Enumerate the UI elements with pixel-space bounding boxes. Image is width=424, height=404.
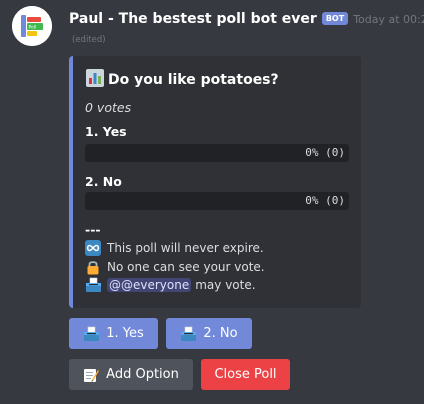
close-poll-label: Close Poll: [214, 367, 277, 382]
poll-title-row: Do you like potatoes?: [86, 69, 279, 91]
poll-title: Do you like potatoes?: [108, 72, 279, 88]
visibility-text: No one can see your vote.: [107, 260, 265, 274]
option-label: 1. Yes: [85, 124, 127, 139]
bot-avatar[interactable]: Poll: [12, 6, 52, 46]
poll-logo-icon: Poll: [12, 6, 52, 46]
timestamp[interactable]: Today at 00:25: [353, 13, 424, 26]
voters-info: @@everyone may vote.: [85, 277, 256, 293]
lock-icon: [85, 259, 102, 275]
visibility-info: No one can see your vote.: [85, 259, 265, 275]
close-poll-button[interactable]: Close Poll: [201, 359, 290, 390]
ballot-box-icon: [85, 277, 102, 293]
vote-option-1-label: 1. Yes: [106, 326, 144, 341]
memo-icon: [83, 367, 100, 383]
separator: ---: [85, 222, 101, 237]
poll-embed: Do you like potatoes? 0 votes 1. Yes 0% …: [69, 56, 361, 308]
option-result: 0% (0): [305, 194, 345, 207]
vote-option-2-button[interactable]: 2. No: [166, 318, 252, 349]
everyone-mention[interactable]: @@everyone: [107, 278, 192, 292]
add-option-label: Add Option: [106, 367, 179, 382]
svg-text:Poll: Poll: [29, 25, 37, 31]
option-progress-bar: 0% (0): [85, 192, 349, 210]
vote-option-1-button[interactable]: 1. Yes: [69, 318, 158, 349]
expiry-text: This poll will never expire.: [107, 241, 264, 255]
edited-indicator: (edited): [72, 35, 106, 45]
add-option-button[interactable]: Add Option: [69, 359, 193, 390]
ballot-box-icon: [180, 326, 197, 342]
username[interactable]: Paul - The bestest poll bot ever: [69, 11, 317, 27]
infinity-icon: [85, 240, 102, 256]
voters-text: may vote.: [195, 278, 256, 292]
message-header: Paul - The bestest poll bot ever BOT Today…: [69, 8, 424, 27]
vote-option-2-label: 2. No: [203, 326, 238, 341]
bot-tag: BOT: [321, 12, 349, 25]
bar-chart-icon: [86, 69, 104, 91]
total-votes: 0 votes: [85, 100, 132, 115]
expiry-info: This poll will never expire.: [85, 240, 264, 256]
ballot-box-icon: [83, 326, 100, 342]
option-label: 2. No: [85, 174, 122, 189]
option-progress-bar: 0% (0): [85, 144, 349, 162]
option-result: 0% (0): [305, 146, 345, 159]
